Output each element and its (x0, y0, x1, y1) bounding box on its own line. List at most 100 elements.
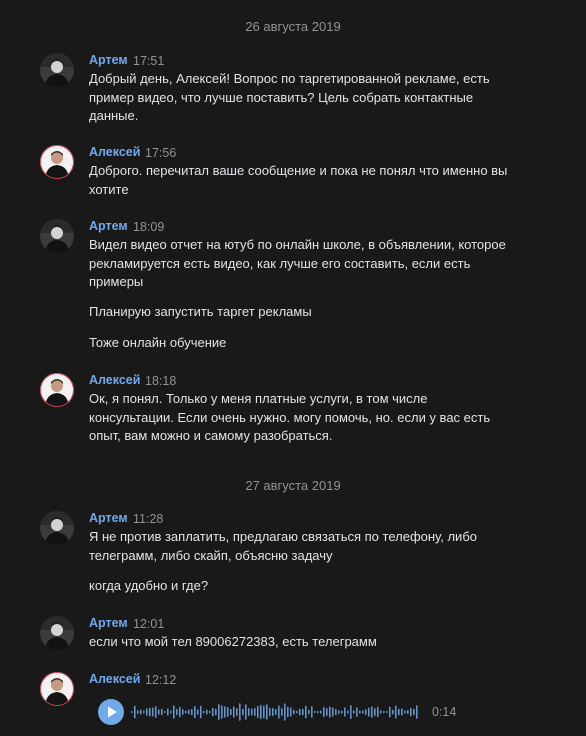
waveform-bar (323, 706, 325, 718)
waveform-bar (299, 708, 301, 716)
message-text: Ок, я понял. Только у меня платные услуг… (89, 391, 491, 443)
waveform-bar (155, 706, 157, 718)
waveform-bar (377, 706, 379, 718)
waveform-bar (368, 707, 370, 717)
message-author[interactable]: Артем (89, 53, 128, 67)
waveform-bar (293, 709, 295, 715)
message-author[interactable]: Артем (89, 219, 128, 233)
play-icon (108, 706, 117, 718)
avatar-aleksey[interactable] (40, 373, 74, 407)
waveform-bar (398, 708, 400, 716)
waveform-bar (131, 711, 133, 713)
waveform-bar (227, 707, 229, 717)
avatar-artem[interactable] (40, 219, 74, 253)
waveform-bar (326, 708, 328, 716)
voice-message: 0:14 (98, 699, 468, 725)
message-text: Доброго. перечитал ваше сообщение и пока… (89, 163, 508, 197)
waveform-bar (341, 710, 343, 714)
waveform-bar (167, 708, 169, 716)
voice-waveform[interactable] (131, 699, 421, 725)
waveform-bar (269, 707, 271, 717)
date-separator: 26 августа 2019 (245, 19, 341, 34)
waveform-bar (338, 710, 340, 714)
avatar-artem-image (40, 616, 74, 650)
waveform-bar (392, 709, 394, 715)
waveform-bar (416, 705, 418, 719)
waveform-bar (410, 707, 412, 717)
message-author[interactable]: Алексей (89, 145, 140, 159)
waveform-bar (386, 710, 388, 714)
waveform-bar (335, 708, 337, 716)
waveform-bar (248, 708, 250, 716)
waveform-bar (239, 703, 241, 721)
avatar-aleksey-image (40, 373, 74, 407)
waveform-bar (317, 710, 319, 714)
waveform-bar (311, 706, 313, 718)
play-button[interactable] (98, 699, 124, 725)
message-time[interactable]: 18:09 (133, 220, 164, 234)
waveform-bar (236, 708, 238, 716)
avatar-artem[interactable] (40, 53, 74, 87)
message-text: если что мой тел 89006272383, есть телег… (89, 634, 377, 649)
waveform-bar (278, 705, 280, 719)
waveform-bar (350, 705, 352, 719)
waveform-bar (305, 705, 307, 719)
waveform-bar (359, 710, 361, 714)
waveform-bar (242, 708, 244, 716)
waveform-bar (185, 710, 187, 714)
avatar-artem[interactable] (40, 511, 74, 545)
message-time[interactable]: 17:56 (145, 146, 176, 160)
message-author[interactable]: Артем (89, 511, 128, 525)
avatar-aleksey[interactable] (40, 145, 74, 179)
waveform-bar (272, 707, 274, 717)
message-text: Планирую запустить таргет рекламы (89, 304, 312, 319)
waveform-bar (137, 709, 139, 715)
waveform-bar (224, 706, 226, 718)
waveform-bar (383, 710, 385, 714)
waveform-bar (245, 704, 247, 720)
waveform-bar (389, 706, 391, 718)
message-author[interactable]: Алексей (89, 373, 140, 387)
waveform-bar (212, 707, 214, 717)
waveform-bar (296, 710, 298, 714)
waveform-bar (200, 705, 202, 719)
waveform-bar (344, 707, 346, 717)
message-time[interactable]: 17:51 (133, 54, 164, 68)
waveform-bar (362, 710, 364, 714)
message-time[interactable]: 11:28 (133, 512, 163, 526)
waveform-bar (152, 707, 154, 717)
waveform-bar (287, 706, 289, 718)
waveform-bar (158, 709, 160, 715)
waveform-bar (233, 706, 235, 718)
waveform-bar (188, 709, 190, 715)
waveform-bar (260, 704, 262, 720)
avatar-artem[interactable] (40, 616, 74, 650)
waveform-bar (197, 709, 199, 715)
waveform-bar (134, 705, 136, 719)
message-time[interactable]: 12:12 (145, 673, 176, 687)
waveform-bar (173, 705, 175, 719)
waveform-bar (215, 708, 217, 716)
waveform-bar (263, 705, 265, 719)
waveform-bar (209, 710, 211, 714)
message-text: когда удобно и где? (89, 578, 209, 593)
avatar-artem-image (40, 53, 74, 87)
waveform-bar (191, 708, 193, 716)
message-text: Тоже онлайн обучение (89, 335, 227, 350)
waveform-bar (275, 708, 277, 716)
waveform-bar (290, 707, 292, 717)
message-time[interactable]: 12:01 (133, 617, 164, 631)
waveform-bar (281, 708, 283, 716)
waveform-bar (176, 708, 178, 716)
date-separator: 27 августа 2019 (245, 478, 341, 493)
waveform-bar (149, 707, 151, 717)
avatar-aleksey[interactable] (40, 672, 74, 706)
waveform-bar (395, 705, 397, 719)
waveform-bar (320, 710, 322, 714)
message-author[interactable]: Алексей (89, 672, 140, 686)
message-author[interactable]: Артем (89, 616, 128, 630)
waveform-bar (356, 707, 358, 717)
avatar-aleksey-image (40, 672, 74, 706)
message-text: Добрый день, Алексей! Вопрос по таргетир… (89, 71, 490, 123)
message-time[interactable]: 18:18 (145, 374, 176, 388)
